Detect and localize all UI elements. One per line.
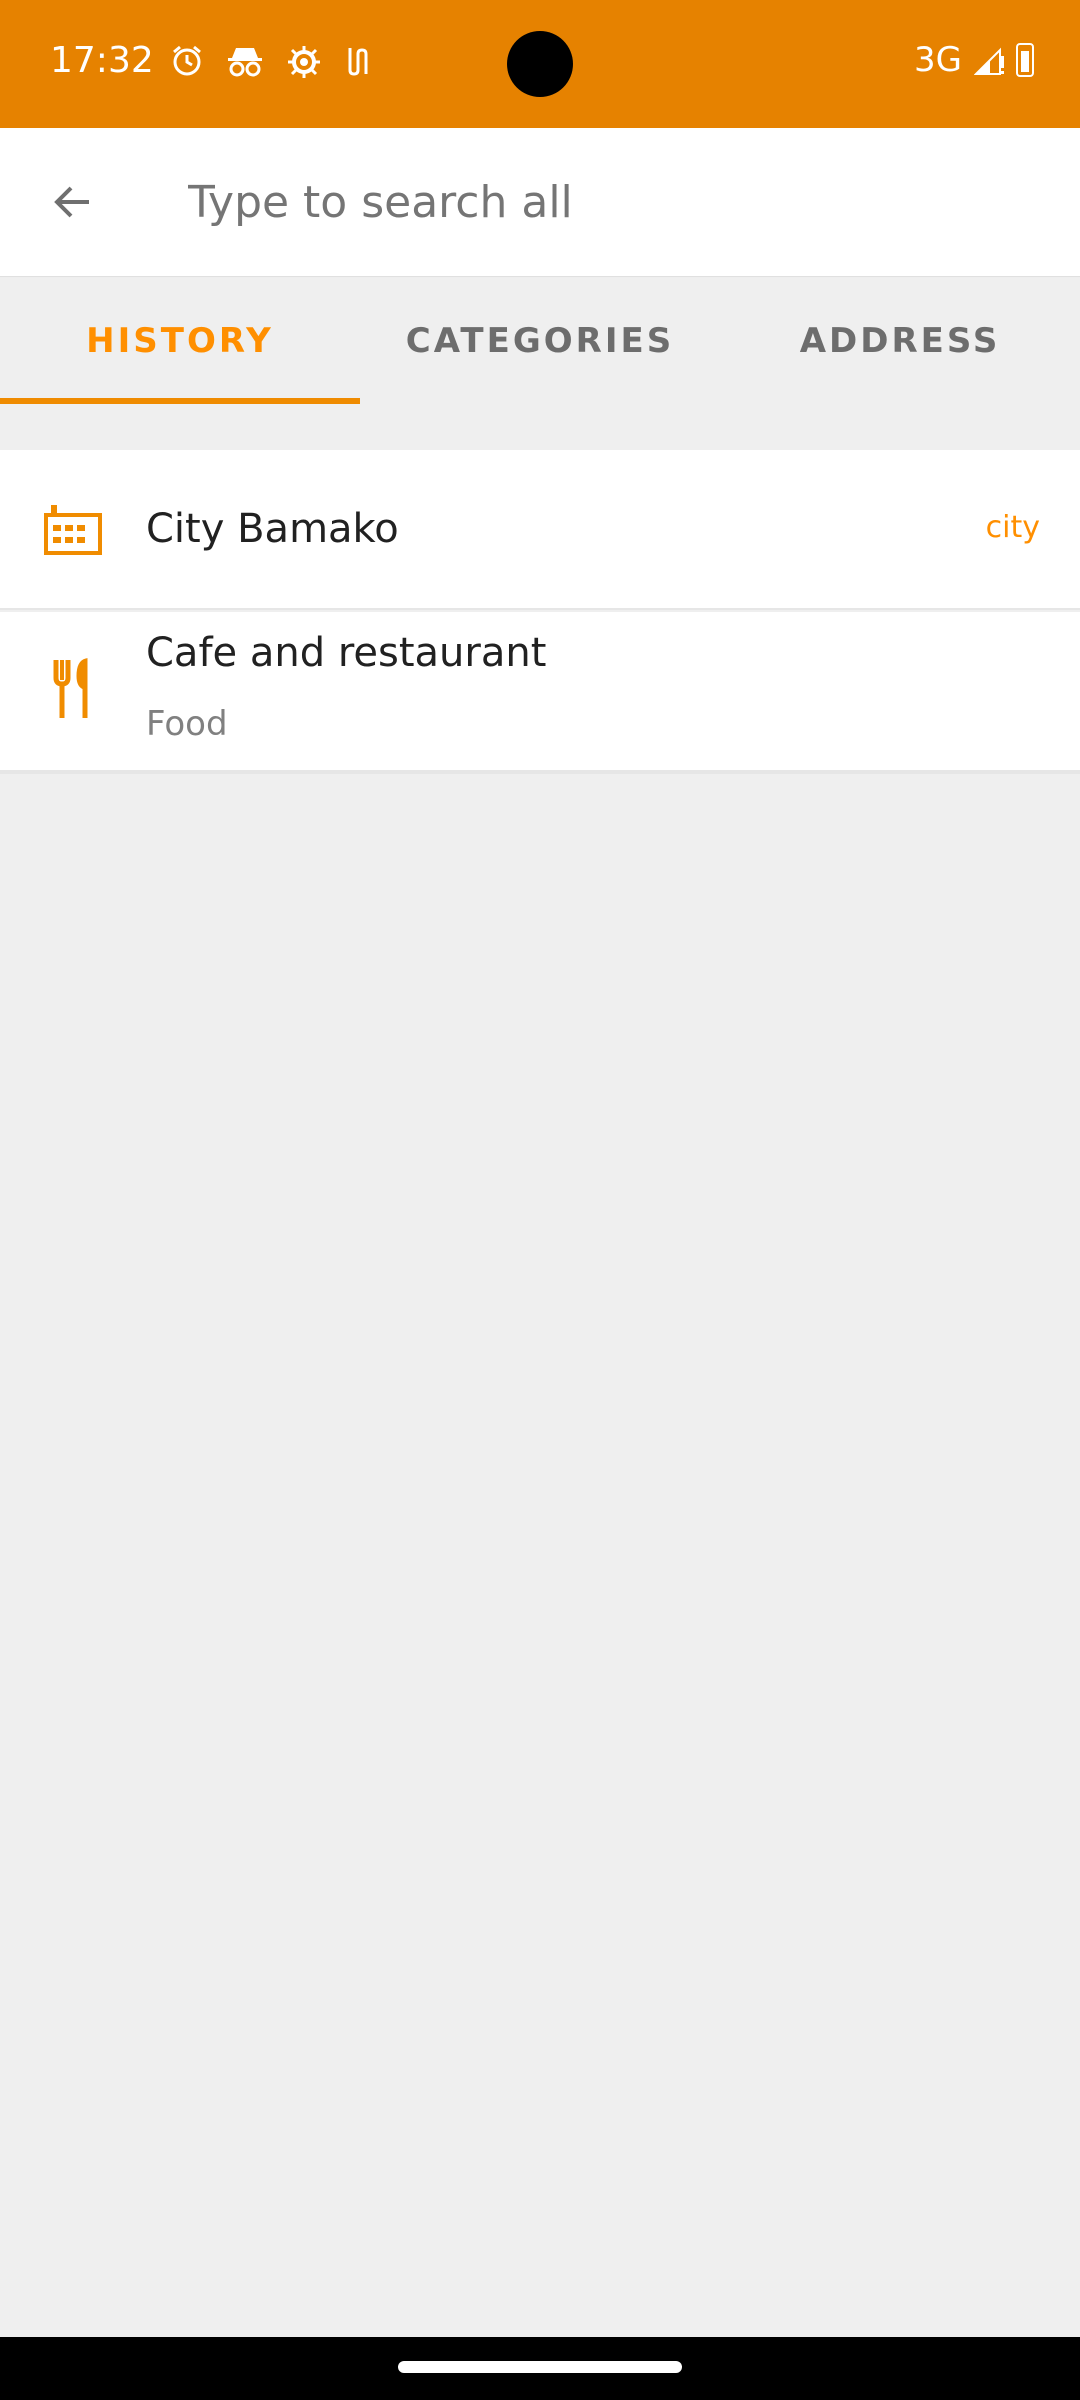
gear-icon (286, 44, 322, 89)
camera-cutout (507, 31, 573, 97)
tab-address-label: ADDRESS (799, 321, 1001, 361)
list-top-spacer (0, 404, 1080, 448)
search-input[interactable] (188, 128, 1080, 276)
list-item[interactable]: City Bamako city (0, 450, 1080, 610)
status-bar: 17:32 3G (0, 0, 1080, 128)
back-button[interactable] (0, 128, 146, 276)
tab-bar: HISTORY CATEGORIES ADDRESS (0, 278, 1080, 404)
item-title: City Bamako (146, 506, 399, 552)
system-navigation-bar (0, 2337, 1080, 2400)
list-bottom-spacer (0, 772, 1080, 818)
search-bar (0, 128, 1080, 277)
tab-categories-label: CATEGORIES (405, 321, 675, 361)
status-time: 17:32 (50, 40, 154, 81)
incognito-icon (226, 44, 264, 89)
network-type: 3G (914, 40, 962, 80)
tab-categories[interactable]: CATEGORIES (360, 278, 720, 404)
tab-history-label: HISTORY (86, 321, 274, 361)
wifi-calling-icon (344, 44, 372, 89)
list-item[interactable]: Cafe and restaurant Food (0, 612, 1080, 772)
home-gesture-handle[interactable] (398, 2361, 682, 2373)
item-title: Cafe and restaurant (146, 630, 547, 676)
cutlery-icon (42, 658, 104, 720)
city-icon (42, 498, 104, 560)
tab-history[interactable]: HISTORY (0, 278, 360, 404)
alarm-icon (170, 44, 204, 89)
history-list: City Bamako city Cafe and restaurant Foo… (0, 450, 1080, 772)
status-icons (170, 44, 372, 89)
battery-icon (1016, 43, 1034, 77)
item-subtitle: Food (146, 704, 228, 744)
status-right: 3G (914, 40, 1034, 80)
arrow-left-icon (54, 186, 89, 218)
item-badge: city (985, 510, 1040, 545)
tab-address[interactable]: ADDRESS (720, 278, 1080, 404)
signal-icon (973, 45, 1004, 75)
